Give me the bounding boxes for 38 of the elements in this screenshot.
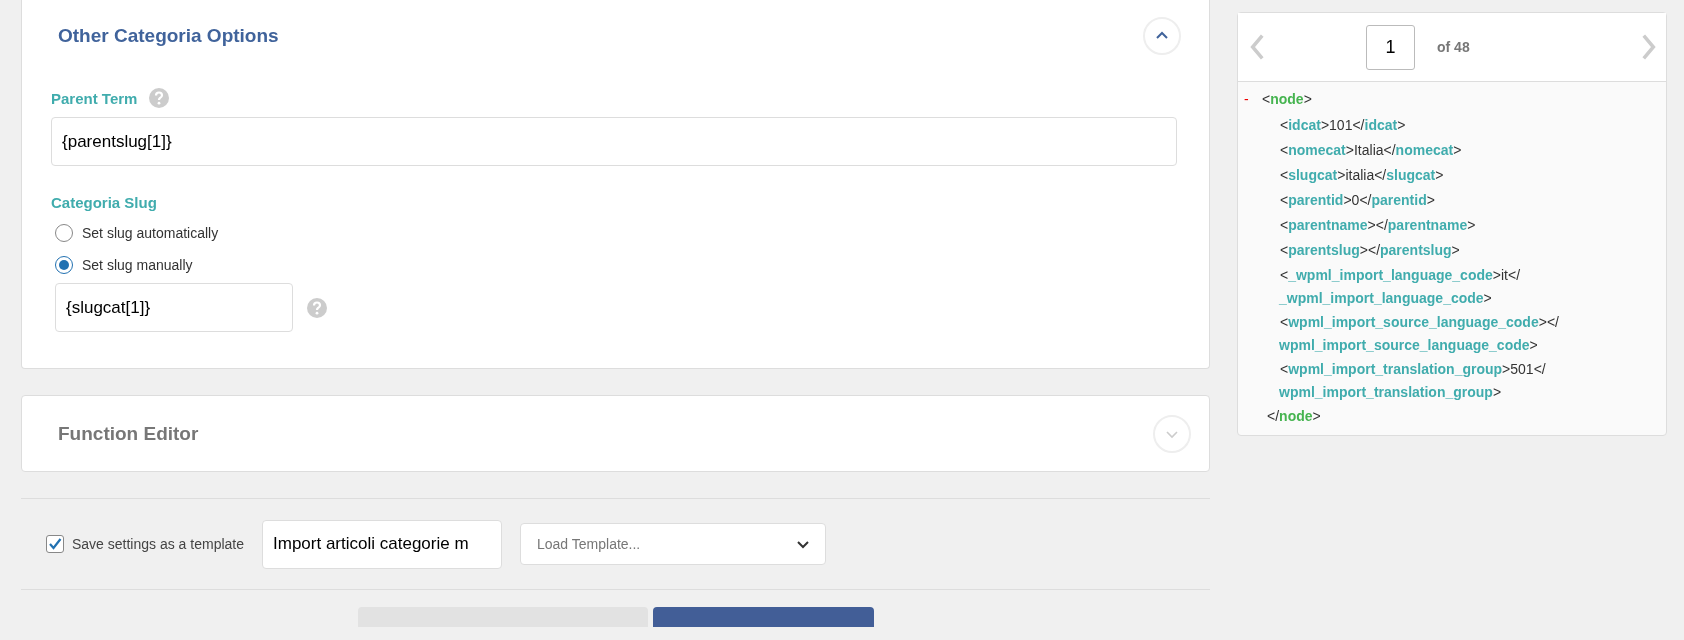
field-label: Categoria Slug <box>51 194 157 211</box>
xml-line: <slugcat>italia</slugcat> <box>1280 167 1444 183</box>
parent-term-field[interactable]: {parentslug[1]} <box>51 117 1177 166</box>
radio-option[interactable]: Set slug manually <box>51 249 1209 281</box>
continue-button[interactable] <box>653 607 874 627</box>
xml-line: <idcat>101</idcat> <box>1280 117 1406 133</box>
xml-line: wpml_import_source_language_code> <box>1279 337 1538 353</box>
radio-option[interactable]: Set slug automatically <box>51 217 1209 249</box>
collapse-button[interactable] <box>1143 17 1181 55</box>
slug-field[interactable]: {slugcat[1]} <box>55 283 293 332</box>
xml-line: <wpml_import_translation_group>501</ <box>1280 361 1546 377</box>
xml-line: wpml_import_translation_group> <box>1279 384 1502 400</box>
help-icon[interactable] <box>149 88 170 108</box>
xml-line: <nomecat>Italia</nomecat> <box>1280 142 1462 158</box>
collapse-toggle[interactable]: - <box>1244 91 1252 107</box>
next-button[interactable] <box>1640 33 1658 61</box>
page-number-field[interactable]: 1 <box>1366 24 1415 70</box>
xml-line: <parentid>0</parentid> <box>1280 192 1435 208</box>
page-count: of 48 <box>1437 39 1470 55</box>
section-title: Function Editor <box>57 422 199 445</box>
xml-line: <parentslug></parentslug> <box>1280 242 1460 258</box>
checkmark-icon <box>47 536 63 552</box>
save-template-checkbox[interactable]: Save settings as a template <box>46 535 244 553</box>
section-title: Other Categoria Options <box>57 25 279 47</box>
load-template-select[interactable]: Load Template... <box>520 523 826 565</box>
xml-line: <node> <box>1262 91 1312 107</box>
xml-line: <wpml_import_source_language_code></ <box>1280 314 1559 330</box>
xml-line: <parentname></parentname> <box>1280 217 1476 233</box>
expand-button[interactable] <box>1153 414 1191 453</box>
xml-line: _wpml_import_language_code> <box>1279 290 1492 306</box>
previous-button[interactable] <box>1248 33 1266 61</box>
help-icon[interactable] <box>307 297 327 318</box>
chevron-right-icon <box>1640 33 1658 61</box>
chevron-left-icon <box>1248 33 1266 61</box>
template-name-field[interactable]: Import articoli categorie m <box>262 519 502 569</box>
xml-line: </node> <box>1267 408 1321 424</box>
xml-line: <_wpml_import_language_code>it</ <box>1280 267 1521 283</box>
field-label: Parent Term <box>51 89 138 107</box>
